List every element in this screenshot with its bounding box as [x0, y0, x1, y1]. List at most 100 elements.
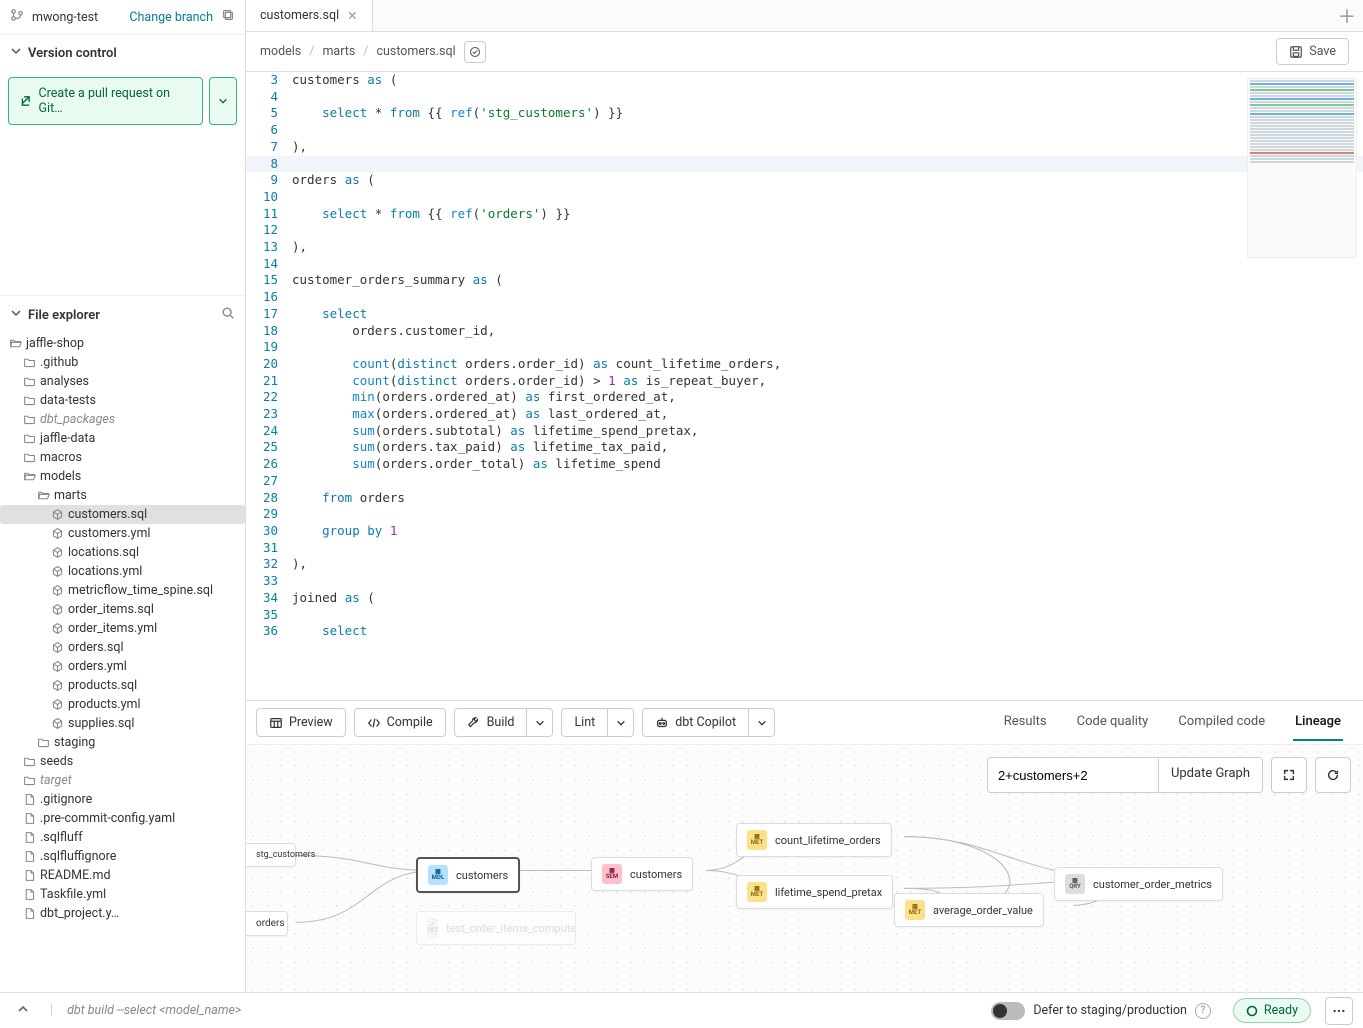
tree-row-data-tests[interactable]: data-tests: [0, 391, 245, 410]
bottom-tab-lineage[interactable]: Lineage: [1293, 704, 1343, 741]
tree-row-customers-yml[interactable]: customers.yml: [0, 524, 245, 543]
code-line[interactable]: 3customers as (: [246, 72, 1363, 89]
lineage-node-customer-order-metrics[interactable]: ▦QRY customer_order_metrics: [1054, 867, 1223, 901]
lint-button[interactable]: Lint: [561, 708, 608, 737]
tree-row--sqlfluff[interactable]: .sqlfluff: [0, 828, 245, 847]
tree-row--gitignore[interactable]: .gitignore: [0, 790, 245, 809]
lineage-node-orders[interactable]: orders: [246, 911, 288, 936]
save-button[interactable]: Save: [1276, 38, 1349, 65]
lineage-node-count-lifetime-orders[interactable]: ▦MET count_lifetime_orders: [736, 823, 892, 857]
code-line[interactable]: 9orders as (: [246, 172, 1363, 189]
close-icon[interactable]: ✕: [347, 8, 357, 24]
build-button[interactable]: Build: [454, 708, 528, 737]
tree-row-products-yml[interactable]: products.yml: [0, 695, 245, 714]
compile-button[interactable]: Compile: [354, 708, 446, 737]
tree-row-supplies-sql[interactable]: supplies.sql: [0, 714, 245, 733]
command-bar-expand[interactable]: [10, 998, 36, 1024]
code-line[interactable]: 15customer_orders_summary as (: [246, 272, 1363, 289]
code-line[interactable]: 4: [246, 89, 1363, 106]
breadcrumb-segment[interactable]: models: [260, 44, 301, 59]
minimap[interactable]: [1247, 78, 1357, 258]
breadcrumb-segment[interactable]: marts: [322, 44, 355, 59]
code-line[interactable]: 24 sum(orders.subtotal) as lifetime_spen…: [246, 423, 1363, 440]
tree-row--sqlfluffignore[interactable]: .sqlfluffignore: [0, 847, 245, 866]
bottom-tab-results[interactable]: Results: [1002, 704, 1049, 741]
lint-dropdown[interactable]: [608, 708, 634, 737]
pr-dropdown-button[interactable]: [209, 77, 237, 125]
code-line[interactable]: 10: [246, 189, 1363, 206]
tree-row-customers-sql[interactable]: customers.sql: [0, 505, 245, 524]
tree-row-order-items-yml[interactable]: order_items.yml: [0, 619, 245, 638]
defer-toggle[interactable]: [991, 1002, 1025, 1020]
code-line[interactable]: 32),: [246, 556, 1363, 573]
tree-row-models[interactable]: models: [0, 467, 245, 486]
code-line[interactable]: 34joined as (: [246, 590, 1363, 607]
code-line[interactable]: 13),: [246, 239, 1363, 256]
lineage-filter-input[interactable]: [988, 758, 1158, 792]
code-line[interactable]: 19: [246, 339, 1363, 356]
lineage-node-stg-customers[interactable]: stg_customers: [246, 843, 296, 867]
code-line[interactable]: 25 sum(orders.tax_paid) as lifetime_tax_…: [246, 439, 1363, 456]
code-line[interactable]: 33: [246, 573, 1363, 590]
code-editor[interactable]: 3customers as (45 select * from {{ ref('…: [246, 72, 1363, 700]
code-line[interactable]: 29: [246, 506, 1363, 523]
lineage-node-lifetime-spend-pretax[interactable]: ▦MET lifetime_spend_pretax: [736, 875, 893, 909]
code-line[interactable]: 22 min(orders.ordered_at) as first_order…: [246, 389, 1363, 406]
code-line[interactable]: 36 select: [246, 623, 1363, 640]
lineage-node-customers-sem[interactable]: ▦SEM customers: [591, 857, 693, 891]
bottom-tab-compiled-code[interactable]: Compiled code: [1176, 704, 1267, 741]
tree-row-target[interactable]: target: [0, 771, 245, 790]
code-line[interactable]: 31: [246, 540, 1363, 557]
tree-row-jaffle-shop[interactable]: jaffle-shop: [0, 334, 245, 353]
code-line[interactable]: 7),: [246, 139, 1363, 156]
version-control-header[interactable]: Version control: [0, 35, 245, 71]
refresh-button[interactable]: [1315, 757, 1351, 793]
code-line[interactable]: 20 count(distinct orders.order_id) as co…: [246, 356, 1363, 373]
code-line[interactable]: 16: [246, 289, 1363, 306]
copy-icon[interactable]: [221, 8, 235, 26]
new-tab-button[interactable]: ＋: [1331, 0, 1363, 31]
tree-row-locations-yml[interactable]: locations.yml: [0, 562, 245, 581]
code-line[interactable]: 14: [246, 256, 1363, 273]
command-placeholder[interactable]: dbt build --select <model_name>: [67, 1003, 241, 1018]
breadcrumb-segment[interactable]: customers.sql: [376, 44, 455, 59]
code-line[interactable]: 35: [246, 607, 1363, 624]
tree-row--pre-commit-config-yaml[interactable]: .pre-commit-config.yaml: [0, 809, 245, 828]
code-line[interactable]: 17 select: [246, 306, 1363, 323]
fullscreen-button[interactable]: [1271, 757, 1307, 793]
code-line[interactable]: 12: [246, 222, 1363, 239]
tree-row-metricflow-time-spine-sql[interactable]: metricflow_time_spine.sql: [0, 581, 245, 600]
search-icon[interactable]: [221, 306, 235, 324]
tree-row-locations-sql[interactable]: locations.sql: [0, 543, 245, 562]
tree-row-jaffle-data[interactable]: jaffle-data: [0, 429, 245, 448]
lineage-node-average-order-value[interactable]: ▦MET average_order_value: [894, 893, 1044, 927]
breadcrumb-action-button[interactable]: [464, 41, 486, 63]
code-line[interactable]: 23 max(orders.ordered_at) as last_ordere…: [246, 406, 1363, 423]
file-explorer-header[interactable]: File explorer: [0, 295, 245, 334]
tree-row-staging[interactable]: staging: [0, 733, 245, 752]
tree-row-products-sql[interactable]: products.sql: [0, 676, 245, 695]
code-line[interactable]: 5 select * from {{ ref('stg_customers') …: [246, 105, 1363, 122]
code-line[interactable]: 8: [246, 156, 1363, 173]
more-button[interactable]: [1325, 997, 1353, 1025]
copilot-button[interactable]: dbt Copilot: [642, 708, 749, 737]
code-line[interactable]: 30 group by 1: [246, 523, 1363, 540]
tree-row-macros[interactable]: macros: [0, 448, 245, 467]
file-tree[interactable]: jaffle-shop.githubanalysesdata-tests dbt_…: [0, 334, 245, 992]
lineage-node-test-dim[interactable]: ✓TST test_order_items_compute_to_basic_…: [416, 911, 576, 945]
tab-customers-sql[interactable]: customers.sql ✕: [246, 0, 373, 31]
tree-row-taskfile-yml[interactable]: Taskfile.yml: [0, 885, 245, 904]
copilot-dropdown[interactable]: [749, 708, 775, 737]
tree-row-orders-sql[interactable]: orders.sql: [0, 638, 245, 657]
preview-button[interactable]: Preview: [256, 708, 346, 737]
bottom-tab-code-quality[interactable]: Code quality: [1075, 704, 1151, 741]
build-dropdown[interactable]: [527, 708, 553, 737]
tree-row-seeds[interactable]: seeds: [0, 752, 245, 771]
tree-row-readme-md[interactable]: README.md: [0, 866, 245, 885]
tree-row--github[interactable]: .github: [0, 353, 245, 372]
tree-row-analyses[interactable]: analyses: [0, 372, 245, 391]
lineage-node-customers-mdl[interactable]: ▦MDL customers: [416, 857, 520, 893]
tree-row-dbt-project-yml[interactable]: dbt_project.y…: [0, 904, 245, 923]
update-graph-button[interactable]: Update Graph: [1158, 758, 1262, 792]
code-line[interactable]: 21 count(distinct orders.order_id) > 1 a…: [246, 373, 1363, 390]
